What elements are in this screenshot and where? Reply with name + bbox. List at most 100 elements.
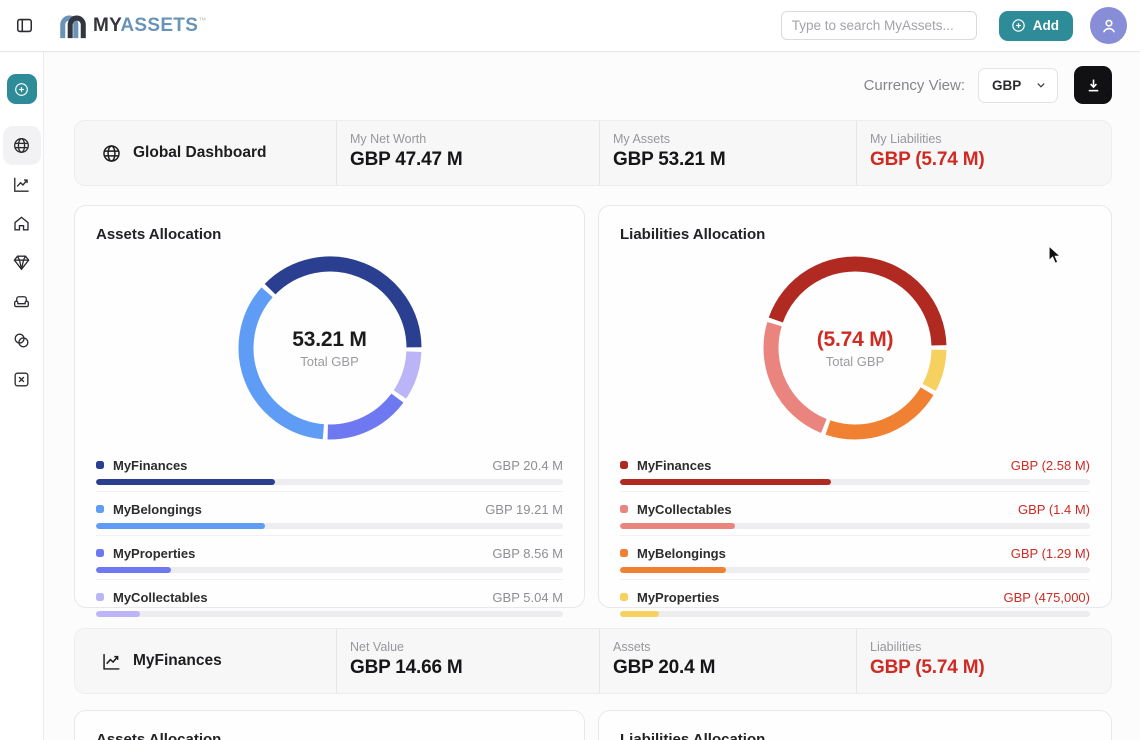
legend-label: MyBelongings [113,502,202,517]
add-button[interactable]: Add [999,11,1073,41]
myfinances-link[interactable]: MyFinances [75,629,336,693]
globe-icon [12,136,31,155]
allocation-cards-row: Assets Allocation 53.21 M Total GBP MyFi… [74,205,1112,608]
donut-svg [760,253,950,443]
box-x-icon [12,370,31,389]
chevron-down-icon [1034,78,1048,92]
download-icon [1084,76,1103,95]
assets-donut-chart: 53.21 M Total GBP [235,253,425,443]
legend-bar-fill [620,567,726,573]
sidebar-item-collectables[interactable] [3,243,41,282]
legend-bar-fill [620,523,735,529]
legend-bar-track [620,611,1090,617]
legend-item: MyBelongings GBP (1.29 M) [620,535,1090,579]
globe-icon [101,143,122,164]
sidebar-item-other[interactable] [3,360,41,399]
liabilities-allocation-card: Liabilities Allocation (5.74 M) Total GB… [598,205,1112,608]
legend-bar-track [620,523,1090,529]
legend-value: GBP 19.21 M [485,502,563,517]
legend-bar-fill [96,479,275,485]
chart-line-icon [101,651,122,672]
profile-avatar-button[interactable] [1090,7,1127,44]
search-input[interactable] [792,18,969,33]
download-button[interactable] [1074,66,1112,104]
legend-label: MyBelongings [637,546,726,561]
legend-bar-fill [620,611,659,617]
card-title: Liabilities Allocation [620,226,1090,243]
card-title: Assets Allocation [96,731,563,740]
sidebar-add-button[interactable] [7,74,37,104]
secondary-allocation-row: Assets Allocation Liabilities Allocation [74,710,1112,740]
legend-value: GBP (1.4 M) [1018,502,1090,517]
donut-segment-MyFinances [270,264,414,347]
legend-value: GBP 20.4 M [492,458,563,473]
legend-bar-track [96,523,563,529]
panel-left-icon [15,16,34,35]
legend-swatch [96,593,104,601]
legend-item: MyPropertiesGBP (475,000) [620,579,1090,623]
donut-svg [235,253,425,443]
sidebar-item-dashboard[interactable] [3,126,41,165]
legend-item: MyCollectablesGBP 5.04 M [96,579,563,623]
sidebar-toggle-button[interactable] [13,15,35,37]
legend-bar-track [620,567,1090,573]
legend-bar-fill [620,479,831,485]
person-icon [1099,16,1119,36]
sofa-icon [12,292,31,311]
legend-bar-track [620,479,1090,485]
left-sidebar [0,52,44,740]
sidebar-item-accounts[interactable] [3,321,41,360]
liabilities-legend: MyFinances GBP (2.58 M) MyCollectables GBP … [620,448,1090,623]
legend-value: GBP (475,000) [1004,590,1090,605]
legend-value: GBP 8.56 M [492,546,563,561]
sidebar-item-finances[interactable] [3,165,41,204]
legend-bar-fill [96,567,171,573]
donut-segment-MyCollectables [771,324,824,426]
legend-swatch [620,461,628,469]
donut-segment-MyCollectables [399,352,413,395]
sidebar-item-belongings[interactable] [3,282,41,321]
legend-swatch [96,461,104,469]
donut-segment-MyProperties [929,350,939,388]
assets-allocation-card-2: Assets Allocation [74,710,585,740]
legend-value: GBP (2.58 M) [1011,458,1090,473]
legend-label: MyProperties [113,546,195,561]
logo-text: MYASSETS [93,13,198,39]
legend-item: MyFinancesGBP 20.4 M [96,448,563,491]
legend-label: MyCollectables [637,502,732,517]
stat-liabilities: Liabilities GBP (5.74 M) [856,629,1111,693]
legend-swatch [620,505,628,513]
stat-assets: Assets GBP 20.4 M [599,629,856,693]
sidebar-nav [3,126,41,399]
currency-select[interactable]: GBP [978,68,1058,103]
assets-legend: MyFinancesGBP 20.4 M MyBelongings GBP 19.2… [96,448,563,623]
legend-label: MyFinances [637,458,711,473]
stat-net-worth: My Net Worth GBP 47.47 M [336,121,599,185]
legend-item: MyBelongings GBP 19.21 M [96,491,563,535]
legend-swatch [620,549,628,557]
global-dashboard-link[interactable]: Global Dashboard [75,121,336,185]
legend-value: GBP (1.29 M) [1011,546,1090,561]
legend-swatch [620,593,628,601]
stat-liabilities: My Liabilities GBP (5.74 M) [856,121,1111,185]
currency-view-label: Currency View: [864,77,965,94]
myassets-logo: MYASSETS ™ [59,13,206,39]
card-title: Liabilities Allocation [620,731,1090,740]
donut-segment-MyProperties [327,398,397,432]
assets-allocation-card: Assets Allocation 53.21 M Total GBP MyFi… [74,205,585,608]
global-search [781,11,977,40]
legend-bar-track [96,479,563,485]
header-actions: Add [781,7,1127,44]
link-circles-icon [12,331,31,350]
legend-bar-fill [96,523,265,529]
sidebar-item-properties[interactable] [3,204,41,243]
stat-assets: My Assets GBP 53.21 M [599,121,856,185]
legend-item: MyProperties GBP 8.56 M [96,535,563,579]
app-header: MYASSETS ™ Add [0,0,1140,52]
donut-segment-MyFinances [776,264,939,345]
currency-toolbar: Currency View: GBP [74,66,1112,104]
liabilities-allocation-card-2: Liabilities Allocation [598,710,1112,740]
stat-net-value: Net Value GBP 14.66 M [336,629,599,693]
trademark-symbol: ™ [198,16,206,25]
legend-bar-track [96,567,563,573]
